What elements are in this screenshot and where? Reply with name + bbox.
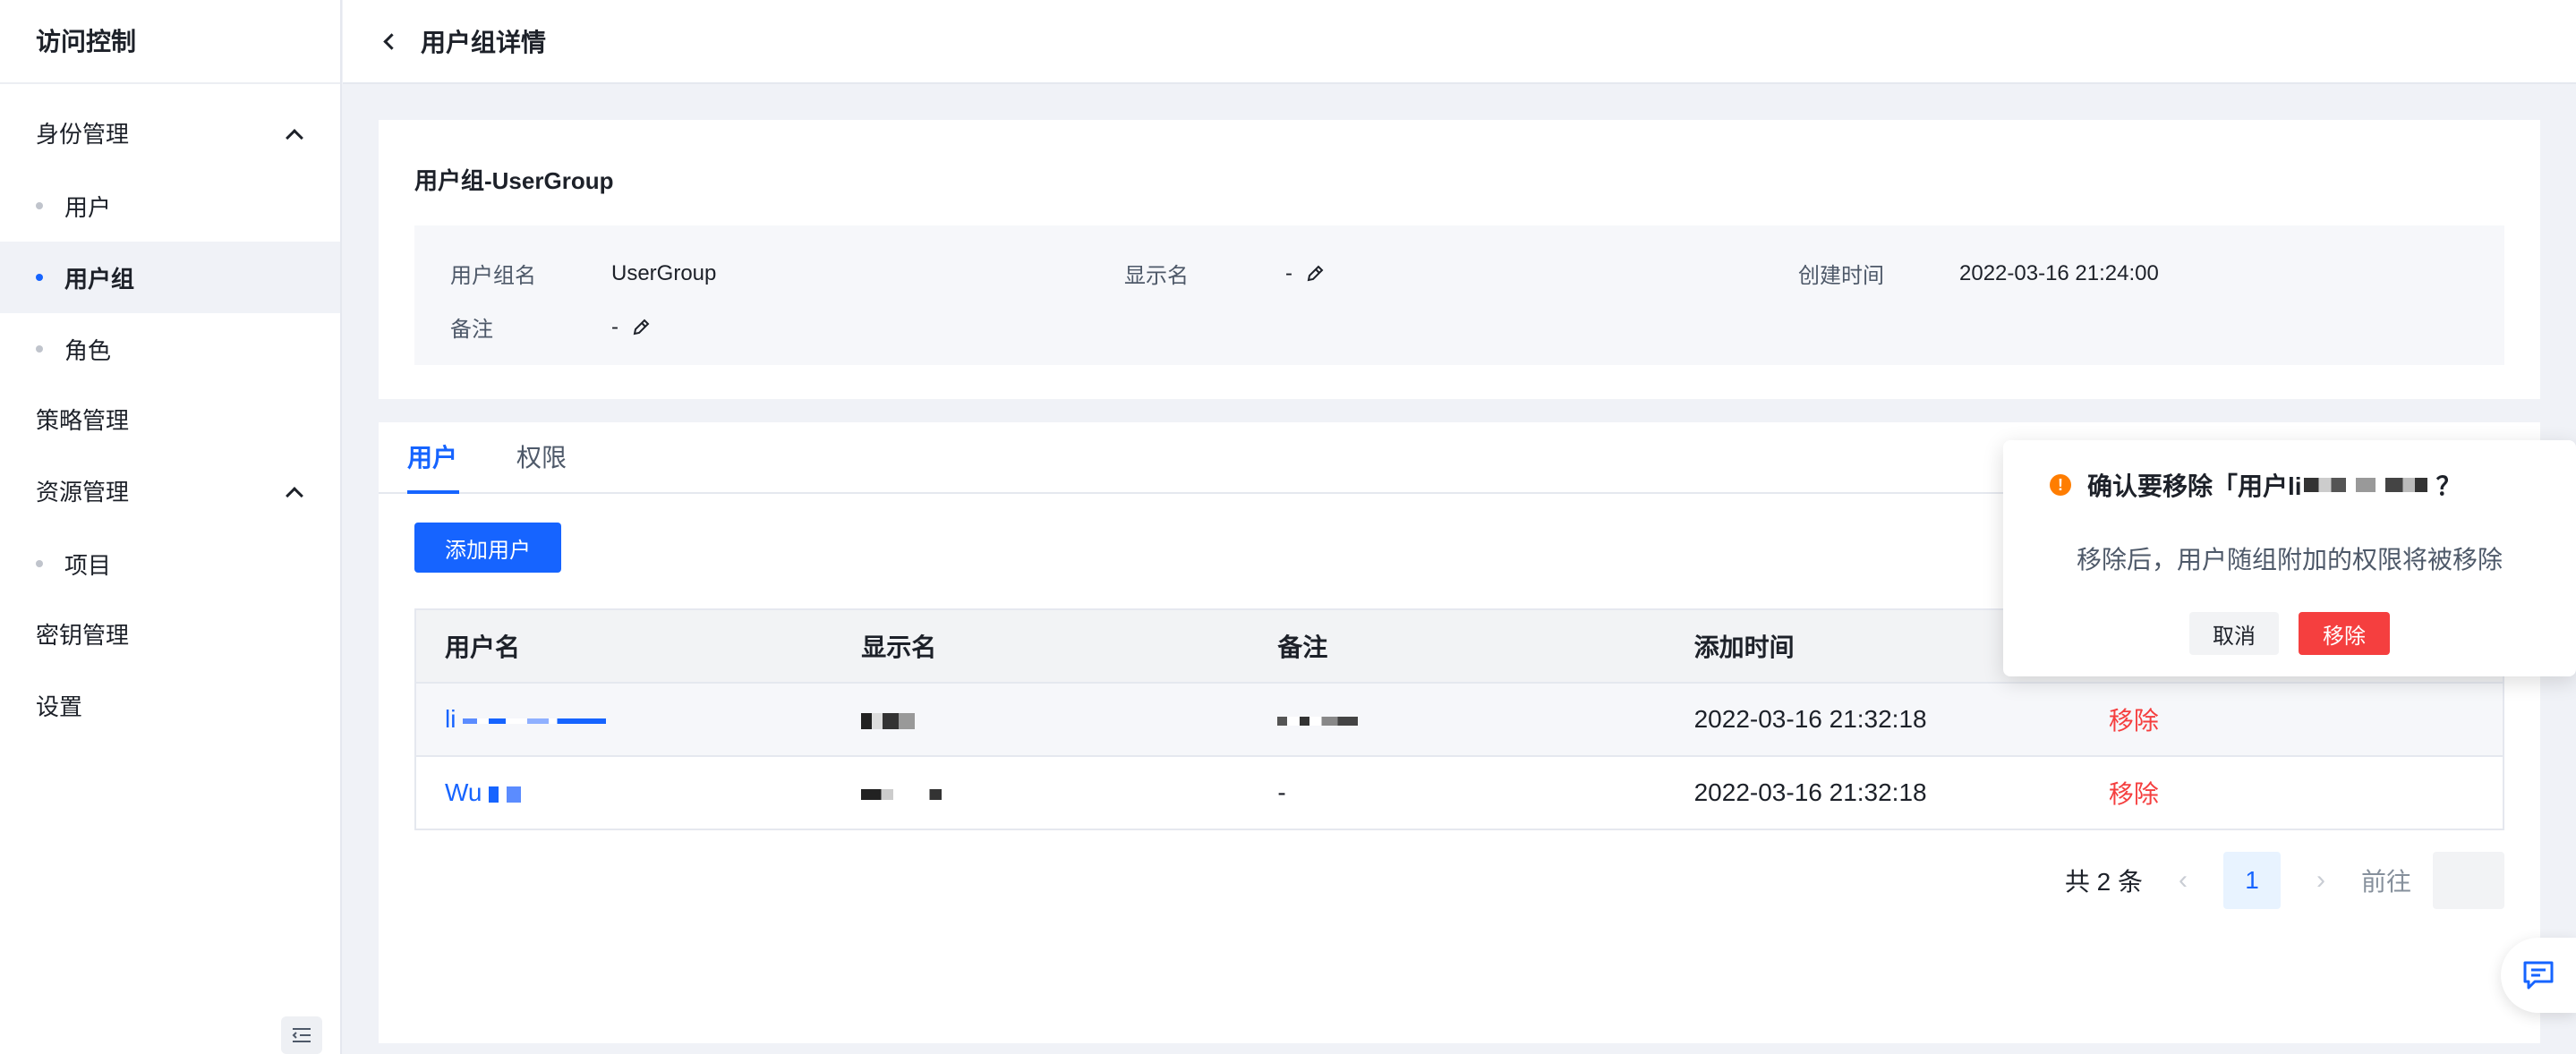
nav-item-label: 项目 bbox=[64, 551, 112, 579]
field-created-time: 创建时间 2022-03-16 21:24:00 bbox=[1798, 258, 2159, 289]
username-link[interactable]: Wu bbox=[445, 778, 482, 806]
nav-group-resource[interactable]: 资源管理 bbox=[0, 456, 340, 528]
collapse-sidebar-button[interactable] bbox=[281, 1016, 322, 1054]
cancel-button[interactable]: 取消 bbox=[2189, 612, 2279, 655]
nav-group-settings[interactable]: 设置 bbox=[0, 671, 340, 743]
added-time: 2022-03-16 21:32:18 bbox=[1693, 705, 1927, 733]
redacted-text bbox=[1277, 716, 1359, 726]
warning-icon: ! bbox=[2050, 474, 2071, 496]
redacted-text bbox=[861, 788, 943, 800]
chat-icon bbox=[2523, 961, 2554, 990]
remark-value: - bbox=[1277, 778, 1286, 806]
username-link[interactable]: li bbox=[445, 705, 456, 733]
field-label: 显示名 bbox=[1124, 264, 1189, 288]
remove-confirm-popover: ! 确认要移除「用户li ？ 移除后，用户随组附加的权限将被移除 取消 移除 bbox=[2003, 440, 2576, 676]
field-value: 2022-03-16 21:24:00 bbox=[1959, 260, 2159, 285]
sidebar-title: 访问控制 bbox=[0, 0, 340, 84]
nav-item-user-groups[interactable]: 用户组 bbox=[0, 242, 340, 313]
field-group-name: 用户组名 UserGroup bbox=[450, 258, 716, 289]
bullet-icon bbox=[36, 345, 43, 353]
nav-group-label: 资源管理 bbox=[36, 479, 130, 506]
group-info-box: 用户组名 UserGroup 显示名 - 创建时间 2022-03-16 21:… bbox=[414, 225, 2504, 365]
edit-icon[interactable] bbox=[1305, 264, 1325, 284]
nav-group-identity[interactable]: 身份管理 bbox=[0, 98, 340, 170]
nav-group-policy[interactable]: 策略管理 bbox=[0, 385, 340, 456]
group-info-card: 用户组-UserGroup 用户组名 UserGroup 显示名 - 创建时间 … bbox=[379, 120, 2540, 399]
page-number[interactable]: 1 bbox=[2222, 852, 2281, 909]
remove-user-link[interactable]: 移除 bbox=[2109, 780, 2159, 808]
nav-group-label: 密钥管理 bbox=[36, 622, 130, 649]
redacted-text bbox=[861, 712, 916, 729]
collapse-icon bbox=[292, 1028, 311, 1042]
feedback-button[interactable] bbox=[2501, 938, 2576, 1013]
goto-page-input[interactable] bbox=[2433, 852, 2504, 909]
pagination: 共 2 条 ‹ 1 › 前往 bbox=[2065, 852, 2504, 909]
next-page-icon[interactable]: › bbox=[2316, 865, 2325, 896]
nav-item-users[interactable]: 用户 bbox=[0, 170, 340, 242]
tab-permissions[interactable]: 权限 bbox=[516, 422, 567, 494]
nav-item-label: 用户 bbox=[64, 193, 112, 221]
nav-item-label: 角色 bbox=[64, 336, 112, 364]
popover-title-end: ？ bbox=[2435, 472, 2461, 500]
chevron-up-icon bbox=[286, 487, 303, 505]
field-value: - bbox=[611, 314, 618, 339]
sidebar: 访问控制 身份管理 用户 用户组 角色 策略管理 资源管理 项目 密钥管理 设置 bbox=[0, 0, 342, 1054]
page-header: 用户组详情 bbox=[343, 0, 2576, 84]
nav-group-label: 身份管理 bbox=[36, 121, 130, 148]
table-row: Wu - 2022-03-16 21:32:18 移除 bbox=[416, 755, 2503, 829]
nav-group-label: 策略管理 bbox=[36, 407, 130, 434]
page-title: 用户组详情 bbox=[421, 29, 547, 56]
goto-label: 前往 bbox=[2360, 868, 2411, 896]
field-label: 创建时间 bbox=[1798, 264, 1884, 288]
redacted-text bbox=[463, 718, 607, 724]
remove-user-link[interactable]: 移除 bbox=[2109, 707, 2159, 735]
added-time: 2022-03-16 21:32:18 bbox=[1693, 778, 1927, 806]
chevron-up-icon bbox=[286, 129, 303, 147]
redacted-text bbox=[2303, 478, 2427, 492]
popover-message: 移除后，用户随组附加的权限将被移除 bbox=[2077, 546, 2503, 574]
nav-group-label: 设置 bbox=[36, 693, 83, 720]
tab-users[interactable]: 用户 bbox=[407, 422, 459, 494]
column-header: 备注 bbox=[1277, 633, 1328, 661]
popover-title: 确认要移除「用户li bbox=[2087, 472, 2302, 500]
confirm-remove-button[interactable]: 移除 bbox=[2299, 612, 2390, 655]
prev-page-icon[interactable]: ‹ bbox=[2179, 865, 2188, 896]
field-remark: 备注 - bbox=[450, 311, 651, 343]
field-label: 用户组名 bbox=[450, 264, 536, 288]
pagination-total: 共 2 条 bbox=[2064, 868, 2143, 896]
group-info-title: 用户组-UserGroup bbox=[414, 167, 614, 194]
nav-item-roles[interactable]: 角色 bbox=[0, 313, 340, 385]
nav-item-label: 用户组 bbox=[64, 265, 135, 293]
table-row: li 2022-03-16 21:32:18 移除 bbox=[416, 682, 2503, 755]
bullet-icon bbox=[36, 274, 43, 281]
column-header: 显示名 bbox=[861, 633, 937, 661]
bullet-icon bbox=[36, 202, 43, 209]
field-value: UserGroup bbox=[611, 260, 717, 285]
redacted-text bbox=[489, 786, 522, 803]
bullet-icon bbox=[36, 560, 43, 567]
field-label: 备注 bbox=[450, 318, 493, 342]
nav-group-keys[interactable]: 密钥管理 bbox=[0, 599, 340, 671]
column-header: 用户名 bbox=[445, 633, 521, 661]
edit-icon[interactable] bbox=[631, 318, 651, 337]
field-display-name: 显示名 - bbox=[1124, 258, 1325, 289]
field-value: - bbox=[1285, 260, 1292, 285]
add-user-button[interactable]: 添加用户 bbox=[414, 523, 561, 573]
nav-item-projects[interactable]: 项目 bbox=[0, 528, 340, 599]
back-icon[interactable] bbox=[383, 32, 400, 50]
